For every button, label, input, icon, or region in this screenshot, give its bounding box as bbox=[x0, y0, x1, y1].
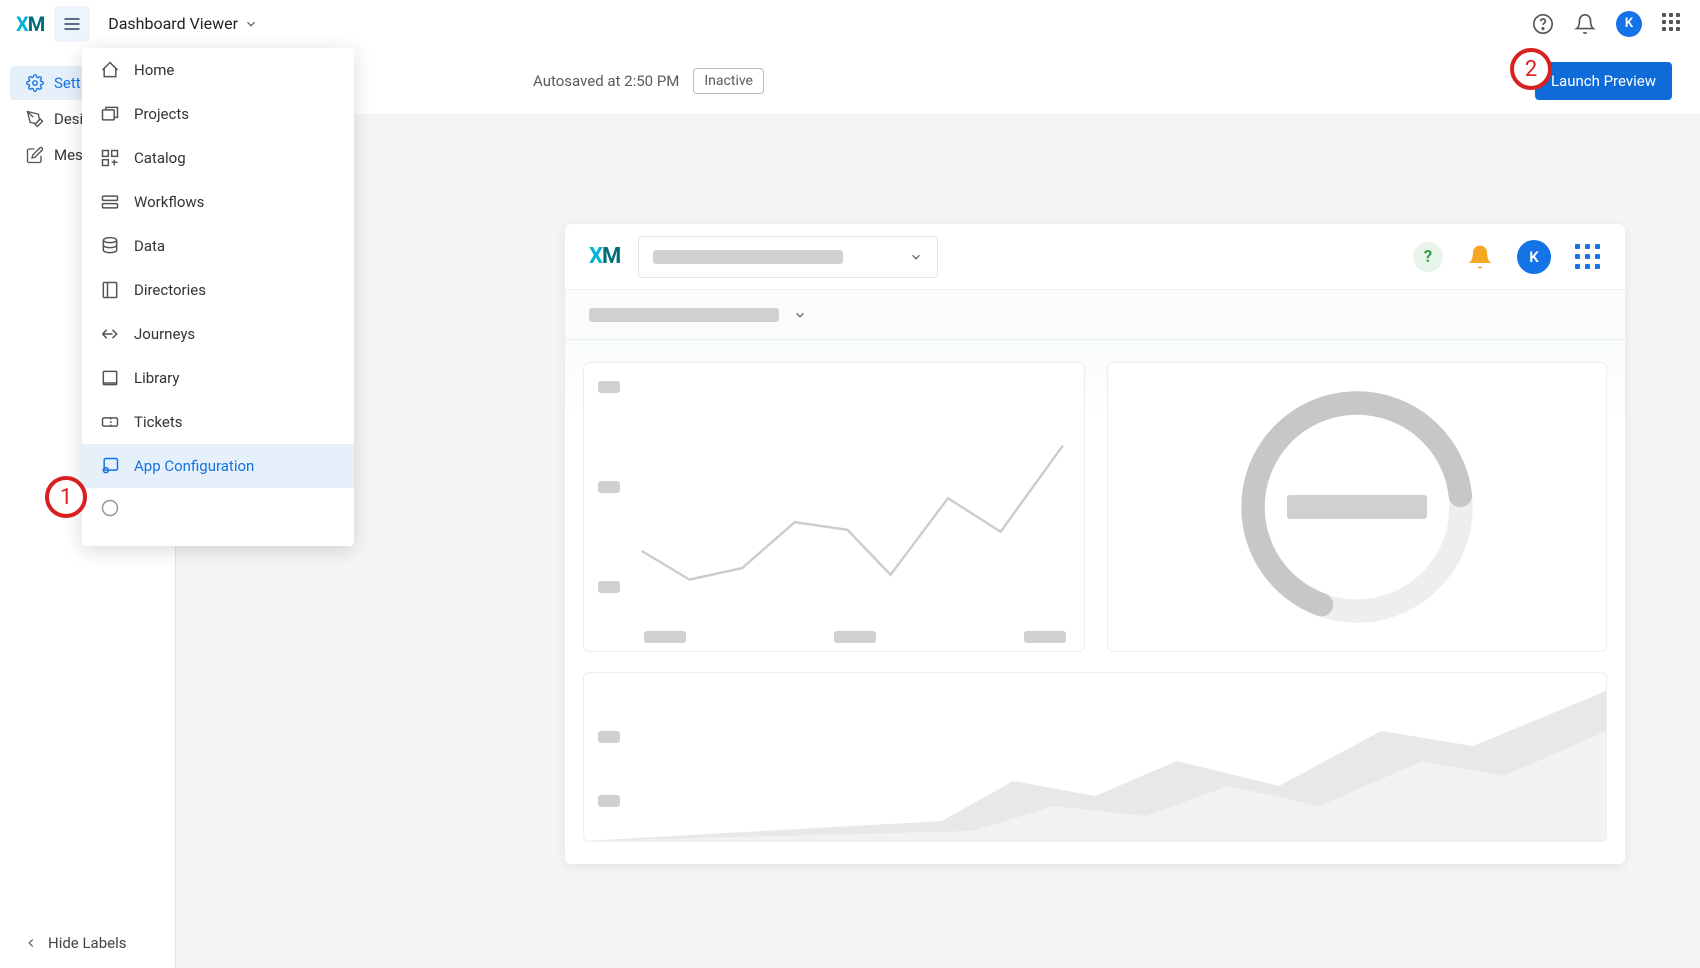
preview-area-chart-card bbox=[583, 672, 1607, 842]
gear-icon bbox=[26, 74, 44, 92]
nav-item-home[interactable]: Home bbox=[82, 48, 354, 92]
nav-item-label: Catalog bbox=[134, 149, 186, 167]
tickets-icon bbox=[100, 412, 120, 432]
chevron-down-icon bbox=[244, 17, 258, 31]
nav-item-label: Projects bbox=[134, 105, 189, 123]
logo-m: M bbox=[28, 12, 45, 36]
header-right: K bbox=[1532, 11, 1684, 37]
xm-logo: XM bbox=[16, 12, 44, 36]
nav-item-catalog[interactable]: Catalog bbox=[82, 136, 354, 180]
design-icon bbox=[26, 110, 44, 128]
journeys-icon bbox=[100, 324, 120, 344]
status-badge: Inactive bbox=[693, 68, 764, 94]
top-header: XM Dashboard Viewer K bbox=[0, 0, 1700, 48]
nav-item-projects[interactable]: Projects bbox=[82, 92, 354, 136]
nav-item-label: Library bbox=[134, 369, 179, 387]
hide-labels-button[interactable]: Hide Labels bbox=[0, 918, 175, 968]
nav-item-label: Home bbox=[134, 61, 174, 79]
help-button[interactable] bbox=[1532, 13, 1554, 35]
app-launcher-button[interactable] bbox=[1662, 13, 1684, 35]
app-config-icon bbox=[100, 456, 120, 476]
nav-item-workflows[interactable]: Workflows bbox=[82, 180, 354, 224]
secondary-toolbar: Autosaved at 2:50 PM Inactive Launch Pre… bbox=[175, 48, 1700, 114]
sidebar-tab-settings-label: Sett bbox=[54, 74, 81, 92]
nav-item-label: Journeys bbox=[134, 325, 195, 343]
sidebar-tab-messages-label: Mes bbox=[54, 146, 83, 164]
preview-bell-icon bbox=[1467, 244, 1493, 270]
preview-app-grid-icon bbox=[1575, 244, 1601, 270]
placeholder-bar bbox=[1287, 495, 1427, 519]
nav-item-label: Data bbox=[134, 237, 165, 255]
main-nav-menu: Home Projects Catalog Workflows Data Dir… bbox=[82, 48, 354, 546]
nav-item-app-configuration[interactable]: App Configuration bbox=[82, 444, 354, 488]
preview-xm-logo: XM bbox=[589, 244, 620, 269]
partial-icon bbox=[100, 498, 120, 518]
preview-avatar: K bbox=[1517, 240, 1551, 274]
nav-item-label: App Configuration bbox=[134, 457, 254, 475]
nav-item-label: Tickets bbox=[134, 413, 183, 431]
library-icon bbox=[100, 368, 120, 388]
content-area: XM ? K bbox=[175, 114, 1700, 968]
page-title-text: Dashboard Viewer bbox=[108, 14, 238, 33]
nav-item-label: Workflows bbox=[134, 193, 204, 211]
nav-item-journeys[interactable]: Journeys bbox=[82, 312, 354, 356]
nav-item-data[interactable]: Data bbox=[82, 224, 354, 268]
sidebar-tab-design-label: Desi bbox=[54, 110, 83, 128]
annotation-callout-2: 2 bbox=[1510, 48, 1552, 90]
preview-body bbox=[565, 340, 1625, 864]
area-chart-placeholder bbox=[584, 691, 1606, 841]
notifications-button[interactable] bbox=[1574, 13, 1596, 35]
preview-ring-chart-card bbox=[1107, 362, 1607, 652]
autosave-status: Autosaved at 2:50 PM bbox=[533, 72, 679, 90]
chevron-down-icon bbox=[909, 250, 923, 264]
workflows-icon bbox=[100, 192, 120, 212]
hamburger-menu-button[interactable] bbox=[54, 6, 90, 42]
annotation-callout-1: 1 bbox=[45, 476, 87, 518]
placeholder-bar bbox=[653, 250, 843, 264]
preview-help-badge: ? bbox=[1413, 242, 1443, 272]
nav-item-directories[interactable]: Directories bbox=[82, 268, 354, 312]
nav-item-tickets[interactable]: Tickets bbox=[82, 400, 354, 444]
preview-dropdown bbox=[638, 236, 938, 278]
nav-item-label: Directories bbox=[134, 281, 206, 299]
home-icon bbox=[100, 60, 120, 80]
nav-item-partial[interactable] bbox=[82, 488, 354, 520]
edit-icon bbox=[26, 146, 44, 164]
user-avatar[interactable]: K bbox=[1616, 11, 1642, 37]
preview-line-chart-card bbox=[583, 362, 1085, 652]
placeholder-bar bbox=[589, 308, 779, 322]
dashboard-preview: XM ? K bbox=[565, 224, 1625, 864]
help-circle-icon bbox=[1532, 13, 1554, 35]
bell-icon bbox=[1574, 13, 1596, 35]
nav-item-library[interactable]: Library bbox=[82, 356, 354, 400]
preview-header: XM ? K bbox=[565, 224, 1625, 290]
preview-subheader bbox=[565, 290, 1625, 340]
launch-preview-button[interactable]: Launch Preview bbox=[1535, 62, 1672, 100]
page-title-dropdown[interactable]: Dashboard Viewer bbox=[108, 14, 258, 33]
projects-icon bbox=[100, 104, 120, 124]
catalog-icon bbox=[100, 148, 120, 168]
directories-icon bbox=[100, 280, 120, 300]
hamburger-icon bbox=[62, 14, 82, 34]
line-chart-placeholder bbox=[632, 403, 1082, 603]
chevron-left-icon bbox=[24, 936, 38, 950]
data-icon bbox=[100, 236, 120, 256]
hide-labels-label: Hide Labels bbox=[48, 934, 127, 952]
chevron-down-icon bbox=[793, 308, 807, 322]
logo-x: X bbox=[16, 12, 28, 36]
